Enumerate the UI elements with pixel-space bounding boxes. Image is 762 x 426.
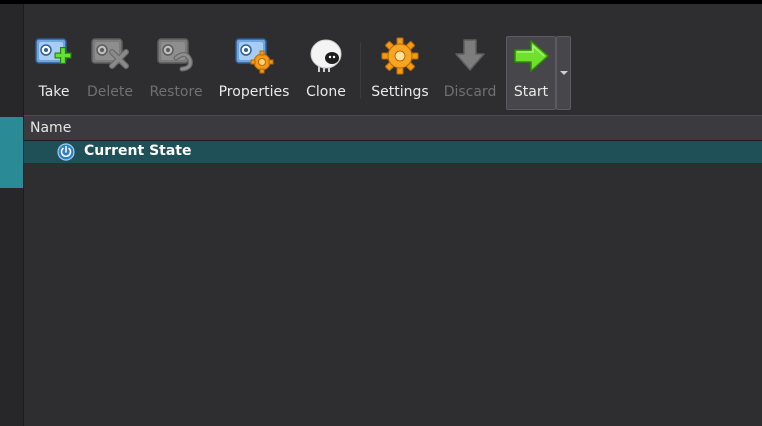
left-sidebar-rail: [0, 4, 24, 426]
delete-label: Delete: [87, 84, 133, 100]
clone-button[interactable]: Clone: [304, 34, 348, 108]
tree-column-header[interactable]: Name: [24, 115, 762, 141]
snapshot-properties-button[interactable]: Properties: [218, 34, 290, 108]
snapshot-delete-icon: [88, 34, 132, 78]
chevron-down-icon: [560, 71, 568, 75]
clone-sheep-icon: [304, 34, 348, 78]
settings-label: Settings: [371, 84, 429, 100]
delete-snapshot-button[interactable]: Delete: [87, 34, 133, 108]
clone-label: Clone: [306, 84, 346, 100]
snapshots-window: Take Delete Restore Properties Clone Set…: [0, 0, 762, 426]
snapshot-properties-icon: [232, 34, 276, 78]
tree-row-label: Current State: [84, 143, 192, 159]
snapshot-toolbar: Take Delete Restore Properties Clone Set…: [24, 28, 762, 114]
tree-row-current-state[interactable]: Current State: [24, 141, 762, 163]
start-arrow-right-icon: [509, 34, 553, 78]
snapshots-pane: Take Delete Restore Properties Clone Set…: [24, 4, 762, 426]
restore-label: Restore: [149, 84, 203, 100]
restore-snapshot-button[interactable]: Restore: [149, 34, 203, 108]
power-icon: [57, 143, 75, 161]
settings-button[interactable]: Settings: [371, 34, 429, 108]
discard-button[interactable]: Discard: [444, 34, 496, 108]
discard-label: Discard: [443, 84, 497, 100]
settings-gear-icon: [378, 34, 422, 78]
start-button[interactable]: Start: [508, 34, 554, 108]
take-label: Take: [38, 84, 70, 100]
discard-arrow-down-icon: [448, 34, 492, 78]
snapshot-restore-icon: [154, 34, 198, 78]
start-label: Start: [513, 84, 549, 100]
toolbar-separator: [360, 42, 361, 98]
snapshot-take-icon: [32, 34, 76, 78]
take-snapshot-button[interactable]: Take: [32, 34, 76, 108]
start-dropdown-button[interactable]: [556, 36, 571, 110]
sidebar-selected-indicator[interactable]: [0, 117, 23, 188]
properties-label: Properties: [218, 84, 290, 100]
snapshot-tree: Name Current State: [24, 115, 762, 426]
column-header-name: Name: [30, 120, 72, 136]
